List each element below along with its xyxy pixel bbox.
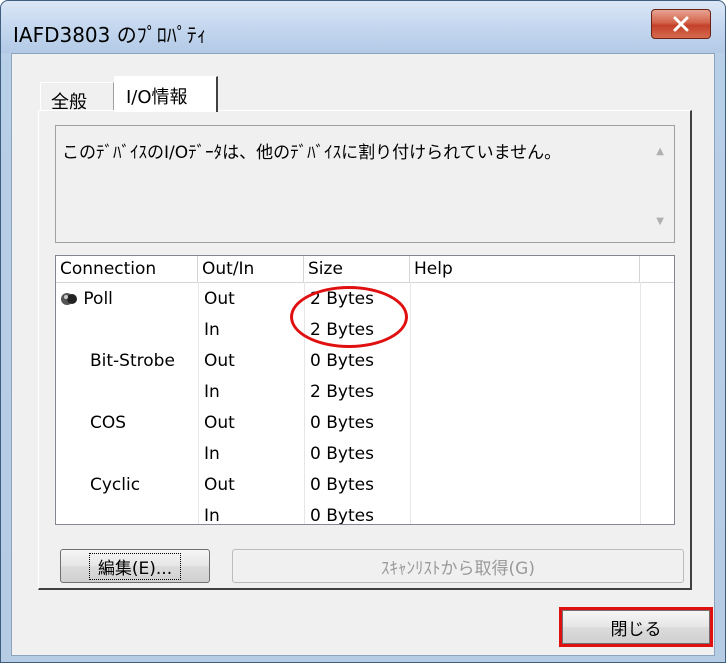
size-cell: 0 Bytes xyxy=(310,444,374,464)
io-info-panel: このﾃﾞﾊﾞｲｽのI/Oﾃﾞｰﾀは、他のﾃﾞﾊﾞｲｽに割り付けられていません。 … xyxy=(38,110,692,590)
direction-cell: In xyxy=(204,444,220,464)
help-cell xyxy=(410,315,640,346)
size-cell: 0 Bytes xyxy=(310,475,374,495)
close-window-button[interactable] xyxy=(651,9,711,39)
description-text: このﾃﾞﾊﾞｲｽのI/Oﾃﾞｰﾀは、他のﾃﾞﾊﾞｲｽに割り付けられていません。 xyxy=(62,143,562,163)
close-button[interactable]: 閉じる xyxy=(559,607,713,647)
table-row[interactable]: In 0 Bytes xyxy=(56,439,674,470)
connection-cell: Bit-Strobe xyxy=(90,351,175,371)
connection-cell: COS xyxy=(90,413,127,433)
tab-general[interactable]: 全般 xyxy=(40,82,114,113)
direction-cell: Out xyxy=(204,475,235,495)
description-box[interactable]: このﾃﾞﾊﾞｲｽのI/Oﾃﾞｰﾀは、他のﾃﾞﾊﾞｲｽに割り付けられていません。 … xyxy=(55,125,675,243)
table-row[interactable]: In 2 Bytes xyxy=(56,315,674,346)
properties-dialog: IAFD3803 のﾌﾟﾛﾊﾟﾃｨ 全般 I/O情報 このﾃﾞﾊﾞｲｽのI/Oﾃ… xyxy=(0,0,726,663)
table-row[interactable]: In 0 Bytes xyxy=(56,501,674,525)
direction-cell: In xyxy=(204,320,220,340)
direction-cell: Out xyxy=(204,289,235,309)
column-header-out-in[interactable]: Out/In xyxy=(198,256,304,282)
io-connection-table[interactable]: Connection Out/In Size Help Poll Out 2 B… xyxy=(55,255,675,525)
help-cell xyxy=(410,470,640,501)
connection-cell xyxy=(56,377,198,408)
connection-icon xyxy=(61,293,77,305)
table-row[interactable]: Bit-Strobe Out 0 Bytes xyxy=(56,346,674,377)
get-from-scanlist-label: ｽｷｬﾝﾘｽﾄから取得(G) xyxy=(381,558,535,579)
help-cell xyxy=(410,501,640,524)
scroll-up-arrow-icon[interactable]: ▲ xyxy=(656,146,664,157)
connection-cell: Poll xyxy=(56,284,198,315)
scroll-down-arrow-icon[interactable]: ▼ xyxy=(656,216,664,227)
table-header: Connection Out/In Size Help xyxy=(56,256,674,283)
direction-cell: Out xyxy=(204,413,235,433)
tab-io-info-label: I/O情報 xyxy=(126,87,188,108)
direction-cell: In xyxy=(204,506,220,525)
edit-button[interactable]: 編集(E)... xyxy=(60,549,210,583)
direction-cell: Out xyxy=(204,351,235,371)
table-row[interactable]: Poll Out 2 Bytes xyxy=(56,284,674,315)
connection-cell xyxy=(56,501,198,524)
size-cell: 2 Bytes xyxy=(310,289,374,309)
connection-cell: Cyclic xyxy=(90,475,141,495)
table-row[interactable]: In 2 Bytes xyxy=(56,377,674,408)
tab-io-info[interactable]: I/O情報 xyxy=(114,76,218,112)
connection-cell xyxy=(56,439,198,470)
table-row[interactable]: Cyclic Out 0 Bytes xyxy=(56,470,674,501)
edit-button-label: 編集(E)... xyxy=(88,552,182,580)
title-bar[interactable]: IAFD3803 のﾌﾟﾛﾊﾟﾃｨ xyxy=(1,1,725,53)
close-button-label: 閉じる xyxy=(610,619,662,640)
column-header-help[interactable]: Help xyxy=(410,256,640,282)
column-header-size[interactable]: Size xyxy=(304,256,410,282)
size-cell: 2 Bytes xyxy=(310,320,374,340)
connection-name: Poll xyxy=(83,289,113,309)
size-cell: 0 Bytes xyxy=(310,413,374,433)
close-icon xyxy=(673,16,689,32)
column-header-connection[interactable]: Connection xyxy=(56,256,198,282)
help-cell xyxy=(410,408,640,439)
connection-cell xyxy=(56,315,198,346)
size-cell: 0 Bytes xyxy=(310,351,374,371)
size-cell: 0 Bytes xyxy=(310,506,374,525)
help-cell xyxy=(410,377,640,408)
help-cell xyxy=(410,346,640,377)
table-row[interactable]: COS Out 0 Bytes xyxy=(56,408,674,439)
size-cell: 2 Bytes xyxy=(310,382,374,402)
help-cell xyxy=(410,439,640,470)
direction-cell: In xyxy=(204,382,220,402)
close-button-face: 閉じる xyxy=(562,610,710,644)
window-title: IAFD3803 のﾌﾟﾛﾊﾟﾃｨ xyxy=(13,23,207,47)
help-cell xyxy=(410,284,640,315)
get-from-scanlist-button[interactable]: ｽｷｬﾝﾘｽﾄから取得(G) xyxy=(232,549,684,583)
dialog-client-area: 全般 I/O情報 このﾃﾞﾊﾞｲｽのI/Oﾃﾞｰﾀは、他のﾃﾞﾊﾞｲｽに割り付け… xyxy=(11,53,715,656)
